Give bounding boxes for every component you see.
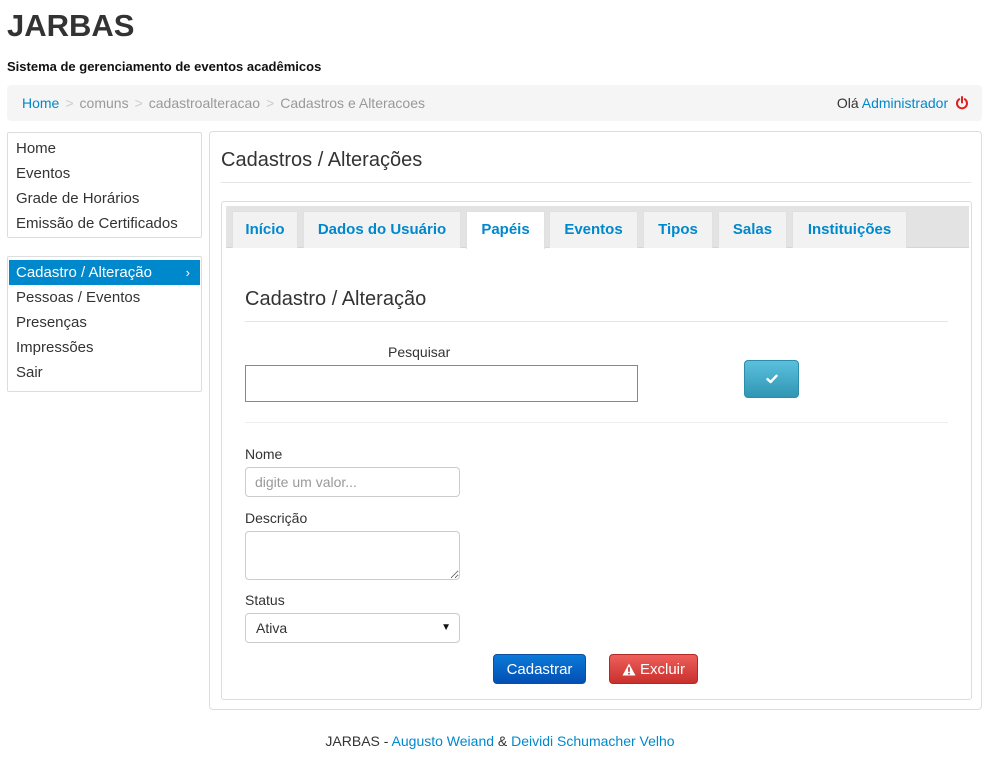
tabbed-panel: Início Dados do Usuário Papéis Eventos T… [221, 201, 972, 700]
divider [245, 422, 948, 423]
search-label: Pesquisar [388, 344, 451, 360]
tab-eventos[interactable]: Eventos [549, 211, 638, 248]
check-icon [765, 374, 778, 384]
app-subtitle: Sistema de gerenciamento de eventos acad… [7, 59, 322, 74]
sidebar-item-eventos[interactable]: Eventos [8, 161, 201, 186]
sidebar-item-sair[interactable]: Sair [8, 360, 201, 385]
nome-label: Nome [245, 446, 283, 462]
status-label: Status [245, 592, 285, 608]
excluir-label: Excluir [639, 660, 685, 678]
tab-tipos[interactable]: Tipos [643, 211, 713, 248]
chevron-down-icon: ▼ [441, 622, 451, 633]
page-title: Cadastros / Alterações [221, 149, 971, 183]
warning-icon [622, 663, 636, 675]
app-title: JARBAS [7, 8, 135, 43]
footer-app-name: JARBAS [325, 733, 380, 749]
tab-dados-usuario[interactable]: Dados do Usuário [303, 211, 461, 248]
status-selected-value: Ativa [256, 620, 288, 636]
footer-author-augusto[interactable]: Augusto Weiand [392, 733, 494, 749]
tab-papeis[interactable]: Papéis [466, 211, 545, 249]
sidebar-item-impressoes[interactable]: Impressões [8, 335, 201, 360]
sidebar-item-pessoas-eventos[interactable]: Pessoas / Eventos [8, 285, 201, 310]
user-area: Olá Administrador [837, 95, 969, 111]
breadcrumb-separator: > [266, 95, 275, 111]
breadcrumb: Home > comuns > cadastroalteracao > Cadastros … [22, 95, 425, 111]
breadcrumb-current: Cadastros e Alteracoes [280, 95, 425, 111]
sidebar-item-label: Cadastro / Alteração [16, 264, 152, 281]
breadcrumb-comuns: comuns [79, 95, 129, 111]
sidebar-item-presencas[interactable]: Presenças [8, 310, 201, 335]
section-title: Cadastro / Alteração [245, 288, 948, 322]
tab-salas[interactable]: Salas [718, 211, 787, 248]
chevron-right-icon: › [185, 265, 190, 280]
descricao-textarea[interactable] [245, 531, 460, 580]
user-greeting: Olá [836, 95, 859, 111]
breadcrumb-home[interactable]: Home [22, 95, 59, 111]
sidebar-admin-nav: Cadastro / Alteração › Pessoas / Eventos … [7, 256, 202, 392]
cadastrar-label: Cadastrar [506, 660, 573, 678]
cadastrar-button[interactable]: Cadastrar [493, 654, 586, 684]
descricao-label: Descrição [245, 510, 308, 526]
nome-input[interactable] [245, 467, 460, 497]
footer-author-deividi[interactable]: Deividi Schumacher Velho [511, 733, 674, 749]
footer-separator: - [379, 733, 392, 749]
user-name-link[interactable]: Administrador [862, 95, 948, 111]
tabs-bar: Início Dados do Usuário Papéis Eventos T… [226, 206, 969, 249]
search-input[interactable] [245, 365, 638, 402]
sidebar-item-grade-horarios[interactable]: Grade de Horários [8, 186, 201, 211]
tab-inicio[interactable]: Início [232, 211, 298, 248]
tab-instituicoes[interactable]: Instituições [792, 211, 907, 248]
footer: JARBAS - Augusto Weiand & Deividi Schuma… [0, 733, 1000, 749]
excluir-button[interactable]: Excluir [609, 654, 698, 684]
search-confirm-button[interactable] [744, 360, 799, 398]
breadcrumb-bar: Home > comuns > cadastroalteracao > Cadastros … [7, 85, 982, 121]
footer-ampersand: & [494, 733, 512, 749]
breadcrumb-cadastroalteracao: cadastroalteracao [148, 95, 261, 111]
power-icon[interactable] [955, 96, 969, 110]
sidebar-item-emissao-certificados[interactable]: Emissão de Certificados [8, 211, 201, 236]
sidebar-item-cadastro-alteracao[interactable]: Cadastro / Alteração › [9, 260, 200, 285]
sidebar-item-home[interactable]: Home [8, 136, 201, 161]
status-select[interactable]: Ativa ▼ [245, 613, 460, 643]
breadcrumb-separator: > [134, 95, 143, 111]
sidebar-main-nav: Home Eventos Grade de Horários Emissão d… [7, 132, 202, 238]
breadcrumb-separator: > [65, 95, 74, 111]
content-panel: Cadastros / Alterações Início Dados do U… [209, 131, 982, 710]
